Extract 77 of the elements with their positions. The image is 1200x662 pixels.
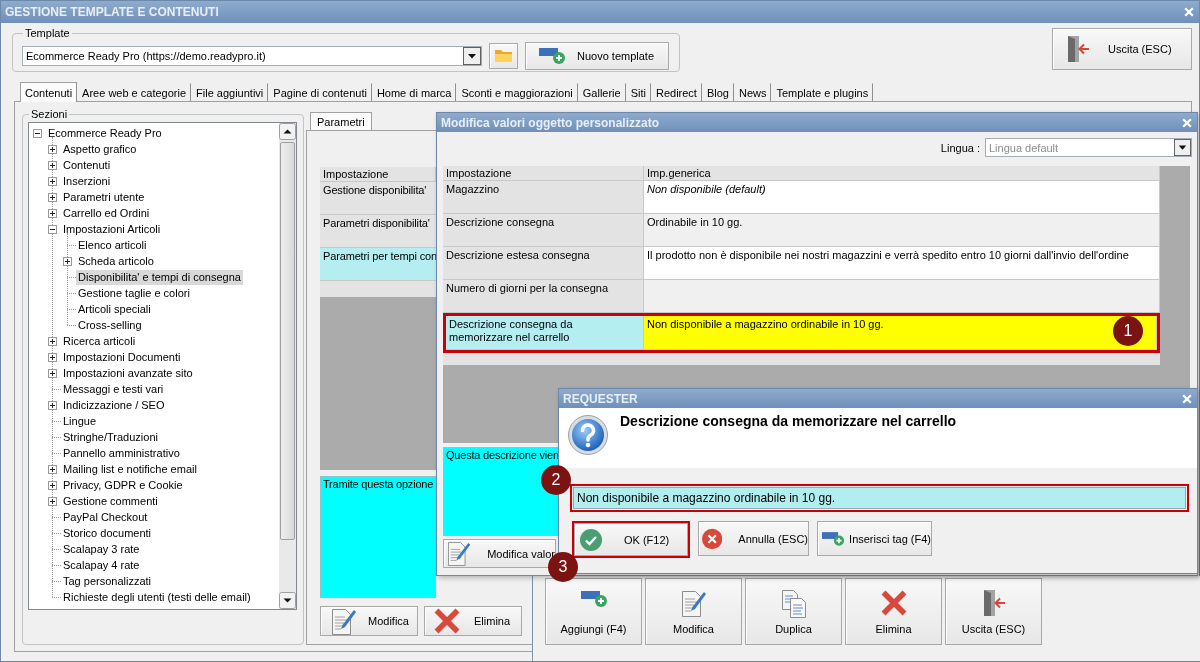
close-icon[interactable] — [1184, 7, 1194, 17]
expand-icon[interactable] — [48, 368, 57, 378]
expand-icon[interactable] — [48, 192, 57, 202]
expand-icon[interactable] — [48, 496, 57, 506]
delete-button[interactable]: Elimina — [424, 606, 522, 636]
add-button[interactable]: Aggiungi (F4) — [545, 578, 642, 645]
scrollbar-thumb[interactable] — [280, 142, 295, 540]
document-pen-icon — [448, 540, 471, 567]
description-panel: Tramite questa opzione — [320, 476, 436, 598]
document-pen-icon — [681, 590, 706, 617]
document-pen-icon — [332, 607, 356, 635]
column-header: Impostazione — [320, 167, 436, 182]
exit-button[interactable]: Uscita (ESC) — [945, 578, 1042, 645]
folder-icon — [495, 49, 512, 62]
ok-button[interactable]: OK (F12) — [574, 523, 688, 556]
bar-plus-icon — [580, 590, 607, 607]
window-title: GESTIONE TEMPLATE E CONTENUTI — [5, 5, 219, 19]
new-template-button[interactable]: Nuovo template — [525, 41, 669, 70]
edit-button[interactable]: Modifica — [320, 606, 418, 636]
group-label: Sezioni — [30, 108, 69, 121]
dialog-title: REQUESTER — [563, 391, 638, 406]
expand-icon[interactable] — [48, 144, 57, 154]
close-icon[interactable] — [1182, 117, 1192, 128]
tree-item[interactable]: Disponibilita' e tempi di consegna — [76, 269, 243, 285]
table-cell: Ordinabile in 10 gg. — [644, 214, 1160, 247]
table-cell: Numero di giorni per la consegna — [443, 280, 644, 313]
close-icon[interactable] — [1182, 393, 1192, 404]
table-cell: Descrizione consegna — [443, 214, 644, 247]
cross-icon — [434, 608, 460, 634]
scroll-up-button[interactable] — [279, 123, 296, 140]
expand-icon[interactable] — [63, 256, 72, 266]
expand-icon[interactable] — [48, 400, 57, 410]
delete-button[interactable]: Elimina — [845, 578, 942, 645]
cross-circle-icon — [702, 527, 723, 550]
column-header: Impostazione — [443, 166, 644, 181]
template-dropdown[interactable]: Ecommerce Ready Pro (https://demo.readypro.it) — [22, 45, 482, 66]
bar-plus-icon — [539, 47, 565, 64]
caret-icon[interactable] — [463, 46, 481, 65]
text-field[interactable]: Non disponibile a magazzino ordinabile in 10 gg. — [573, 487, 1186, 509]
table-cell: Parametri disponibilita' — [320, 215, 436, 248]
dialog-title: Modifica valori oggetto personalizzato — [441, 115, 660, 130]
expand-icon[interactable] — [48, 160, 57, 170]
bar-plus-icon — [822, 530, 845, 547]
table-cell: Il prodotto non è disponibile nei nostri magazzini e verrà spedito entro 10 giorni dall'invio dell'ordine — [644, 247, 1160, 280]
group-label: Template — [24, 27, 71, 40]
check-icon — [580, 528, 602, 551]
documents-icon — [781, 590, 806, 618]
cancel-button[interactable]: Annulla (ESC) — [698, 521, 809, 556]
door-arrow-icon — [982, 590, 1005, 616]
edit-button[interactable]: Modifica valor — [443, 539, 556, 568]
collapse-icon[interactable] — [48, 224, 57, 234]
table-cell: Parametri per tempi con — [320, 248, 436, 281]
expand-icon[interactable] — [48, 352, 57, 362]
expand-icon[interactable] — [48, 336, 57, 346]
expand-icon[interactable] — [48, 464, 57, 474]
table-cell: Non disponibile (default) — [644, 181, 1160, 214]
column-header: Imp.generica — [644, 166, 1160, 181]
scroll-down-button[interactable] — [279, 592, 296, 609]
cross-icon — [880, 590, 907, 616]
duplicate-button[interactable]: Duplica — [745, 578, 842, 645]
edit-button[interactable]: Modifica — [645, 578, 742, 645]
question-icon — [568, 415, 608, 455]
table-cell: Descrizione estesa consegna — [443, 247, 644, 280]
field-label: Lingua : — [940, 141, 980, 154]
table-cell: Descrizione consegna da memorizzare nel carrello — [446, 316, 644, 350]
question-text: Descrizione consegna da memorizzare nel carrello — [620, 413, 957, 429]
tab[interactable]: Parametri — [310, 112, 372, 130]
table-cell: Magazzino — [443, 181, 644, 214]
door-arrow-icon — [1067, 36, 1089, 62]
collapse-icon[interactable] — [33, 128, 42, 138]
expand-icon[interactable] — [48, 480, 57, 490]
insert-tag-button[interactable]: Inserisci tag (F4) — [817, 521, 932, 556]
table-cell: Gestione disponibilita' — [320, 182, 436, 215]
tab[interactable]: Contenuti — [20, 82, 78, 102]
expand-icon[interactable] — [48, 176, 57, 186]
exit-button[interactable]: Uscita (ESC) — [1052, 28, 1192, 70]
expand-icon[interactable] — [48, 208, 57, 218]
